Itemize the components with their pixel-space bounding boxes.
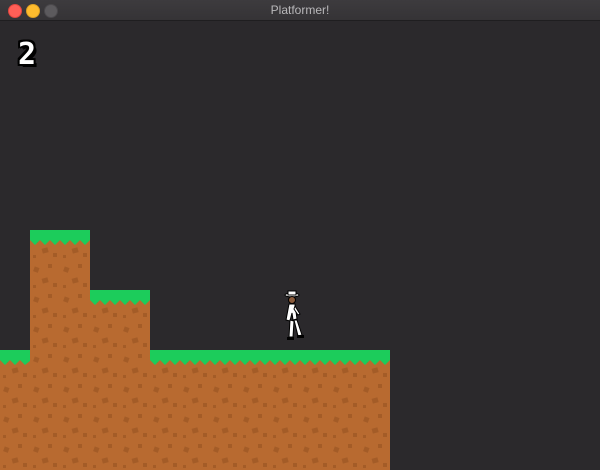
game-canvas[interactable]: 2 <box>0 21 600 470</box>
game-world <box>0 230 390 470</box>
window-title: Platformer! <box>270 3 330 17</box>
ground-platform <box>150 350 390 470</box>
score-counter: 2 <box>18 37 37 72</box>
step-platform <box>90 290 150 470</box>
game-window: Platformer! 2 <box>0 0 600 470</box>
ground-block-left <box>0 350 31 470</box>
player-sprite[interactable] <box>284 290 304 340</box>
tall-pillar-platform <box>30 230 90 470</box>
title-bar: Platformer! <box>0 0 600 21</box>
